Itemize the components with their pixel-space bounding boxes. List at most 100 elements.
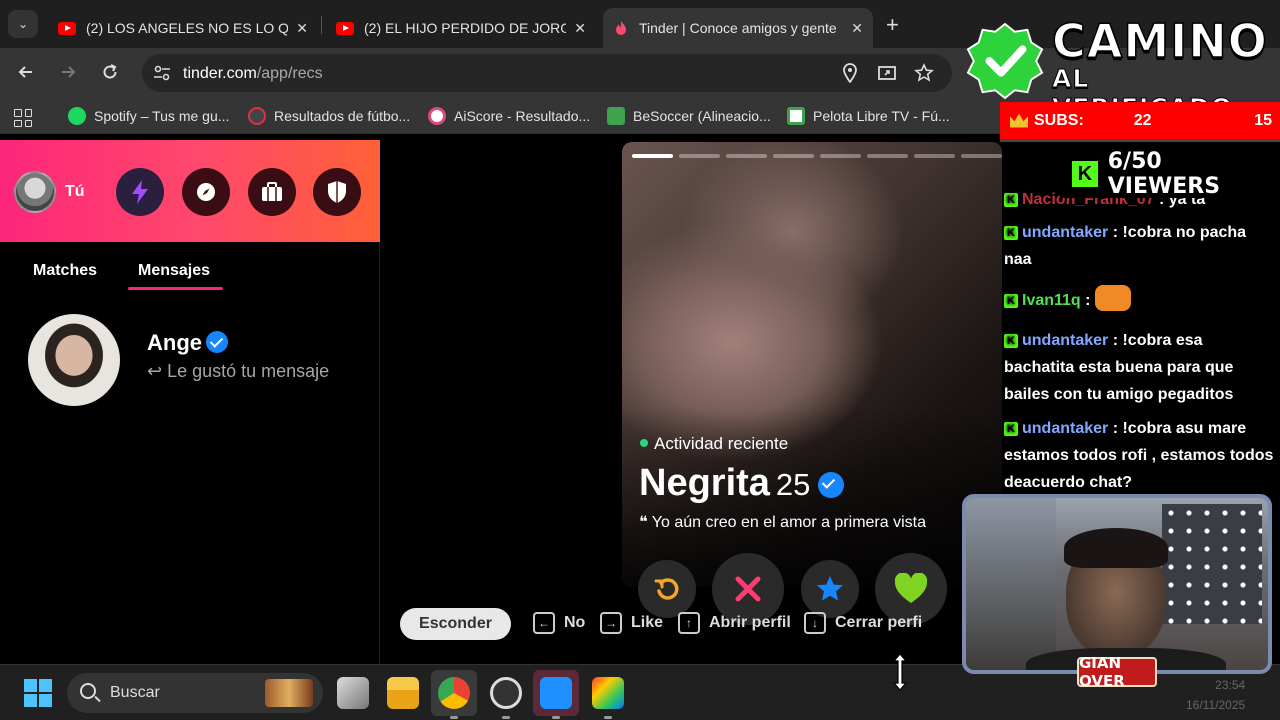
- hide-shortcuts-button[interactable]: Esconder: [400, 608, 511, 640]
- kick-badge-icon: K: [1004, 294, 1018, 308]
- file-explorer-icon[interactable]: [387, 677, 419, 709]
- kick-badge-icon: K: [1004, 226, 1018, 240]
- windows-start-icon[interactable]: [24, 679, 52, 707]
- profile-card[interactable]: Actividad reciente Negrita 25 ❝ Yo aún cr…: [622, 142, 1002, 587]
- soccer-ball-icon: [787, 107, 805, 125]
- sidebar: Tú Matches Mensajes Ange ↩ Le gustó tu m…: [0, 140, 380, 664]
- tab-youtube-2[interactable]: (2) EL HIJO PERDIDO DE JORGE ✕: [326, 8, 596, 48]
- viewers-text: 6/50 VIEWERS: [1107, 149, 1221, 199]
- location-pin-icon[interactable]: [842, 63, 858, 88]
- chat-message: K Ivan11q :: [1004, 285, 1276, 314]
- heart-icon: [894, 573, 928, 603]
- subs-label: SUBS:: [1034, 111, 1084, 129]
- search-placeholder: Buscar: [110, 684, 160, 701]
- shortcut-label: Abrir perfil: [709, 614, 791, 631]
- work-button[interactable]: [248, 168, 296, 216]
- bookmark-label: BeSoccer (Alineacio...: [633, 108, 771, 124]
- photo-progress-segment[interactable]: [726, 154, 767, 158]
- close-icon[interactable]: ✕: [851, 20, 863, 37]
- besoccer-icon: [607, 107, 625, 125]
- verified-badge-icon: [818, 472, 845, 498]
- close-icon[interactable]: ✕: [296, 20, 308, 37]
- briefcase-icon: [262, 182, 282, 201]
- obs-icon[interactable]: [490, 677, 522, 709]
- url-path: /app/recs: [256, 65, 323, 82]
- search-icon: [80, 683, 96, 699]
- address-bar[interactable]: tinder.com/app/recs: [142, 54, 952, 92]
- bookmark-besoccer[interactable]: BeSoccer (Alineacio...: [607, 107, 771, 125]
- photo-progress-bars[interactable]: [632, 154, 1002, 158]
- conversation-item[interactable]: Ange ↩ Le gustó tu mensaje: [0, 302, 380, 422]
- clock-date: 16/11/2025: [1186, 698, 1246, 712]
- bluestacks-icon[interactable]: [592, 677, 624, 709]
- running-indicator: [604, 716, 612, 719]
- bookmark-spotify[interactable]: Spotify – Tus me gu...: [68, 107, 229, 125]
- youtube-icon: [58, 21, 76, 35]
- tab-messages[interactable]: Mensajes: [138, 262, 210, 280]
- running-indicator: [450, 716, 458, 719]
- kick-badge-icon: K: [1004, 334, 1018, 348]
- super-like-button[interactable]: [801, 560, 859, 618]
- back-arrow-icon[interactable]: [16, 62, 36, 88]
- star-icon: [817, 576, 843, 601]
- cast-icon[interactable]: [877, 63, 897, 88]
- youtube-icon: [336, 21, 354, 35]
- photo-progress-segment[interactable]: [914, 154, 955, 158]
- active-tab-indicator: [128, 287, 223, 290]
- shortcut-like: → Like: [600, 612, 663, 634]
- bookmark-flashscore[interactable]: Resultados de fútbo...: [248, 107, 410, 125]
- rewind-button[interactable]: [638, 560, 696, 618]
- chrome-icon[interactable]: [438, 677, 470, 709]
- photo-progress-segment[interactable]: [679, 154, 720, 158]
- close-icon[interactable]: ✕: [574, 20, 586, 37]
- tab-tinder[interactable]: Tinder | Conoce amigos y gente ✕: [603, 8, 873, 48]
- tab-separator: [321, 16, 322, 34]
- webcam-feed: [962, 494, 1272, 674]
- tinder-flame-icon: [613, 20, 629, 36]
- taskbar-search[interactable]: Buscar: [67, 673, 323, 713]
- reload-icon[interactable]: [100, 62, 120, 88]
- system-clock[interactable]: 23:54 16/11/2025: [1186, 675, 1245, 715]
- chat-username: Ivan11q: [1022, 292, 1081, 309]
- conversation-preview: ↩ Le gustó tu mensaje: [147, 361, 330, 381]
- recent-activity: Actividad reciente: [640, 434, 788, 454]
- avatar[interactable]: [14, 171, 56, 213]
- conversation-name: Ange: [147, 330, 228, 356]
- bookmark-aiscore[interactable]: AiScore - Resultado...: [428, 107, 590, 125]
- tab-matches[interactable]: Matches: [33, 262, 97, 280]
- tab-search-button[interactable]: ⌄: [8, 10, 38, 38]
- webcam-background: [1162, 504, 1262, 624]
- photo-progress-segment[interactable]: [867, 154, 908, 158]
- new-tab-button[interactable]: +: [886, 12, 899, 38]
- boost-button[interactable]: [116, 168, 164, 216]
- task-view-icon[interactable]: [337, 677, 369, 709]
- profile-label[interactable]: Tú: [65, 183, 85, 201]
- bookmark-label: Spotify – Tus me gu...: [94, 108, 230, 124]
- clock-time: 23:54: [1215, 678, 1246, 692]
- safety-button[interactable]: [313, 168, 361, 216]
- photo-progress-segment[interactable]: [961, 154, 1002, 158]
- up-arrow-key-icon: ↑: [678, 612, 700, 634]
- forward-arrow-icon[interactable]: [58, 62, 78, 88]
- apps-grid-icon[interactable]: [14, 109, 32, 127]
- video-camera-icon[interactable]: [540, 677, 572, 709]
- profile-bio: ❝ Yo aún creo en el amor a primera vista: [639, 514, 926, 531]
- bookmark-star-icon[interactable]: [914, 63, 934, 88]
- photo-progress-segment[interactable]: [820, 154, 861, 158]
- photo-progress-segment[interactable]: [632, 154, 673, 158]
- bookmark-label: Pelota Libre TV - Fú...: [813, 108, 950, 124]
- photo-progress-segment[interactable]: [773, 154, 814, 158]
- tab-title: (2) EL HIJO PERDIDO DE JORGE: [364, 20, 567, 36]
- tab-title: Tinder | Conoce amigos y gente: [639, 20, 837, 36]
- verified-check-logo-icon: [966, 22, 1044, 100]
- site-info-icon[interactable]: [152, 63, 172, 83]
- explore-button[interactable]: [182, 168, 230, 216]
- close-x-icon: [735, 576, 761, 602]
- shield-icon: [328, 181, 346, 203]
- bookmark-pelota-libre[interactable]: Pelota Libre TV - Fú...: [787, 107, 950, 125]
- lightning-icon: [132, 180, 148, 204]
- chat-message: Kundantaker : !cobra esa bachatita esta …: [1004, 327, 1276, 408]
- tab-youtube-1[interactable]: (2) LOS ANGELES NO ES LO QUE ✕: [48, 8, 318, 48]
- profile-age: 25: [775, 467, 811, 502]
- webcam-background: [966, 498, 1056, 670]
